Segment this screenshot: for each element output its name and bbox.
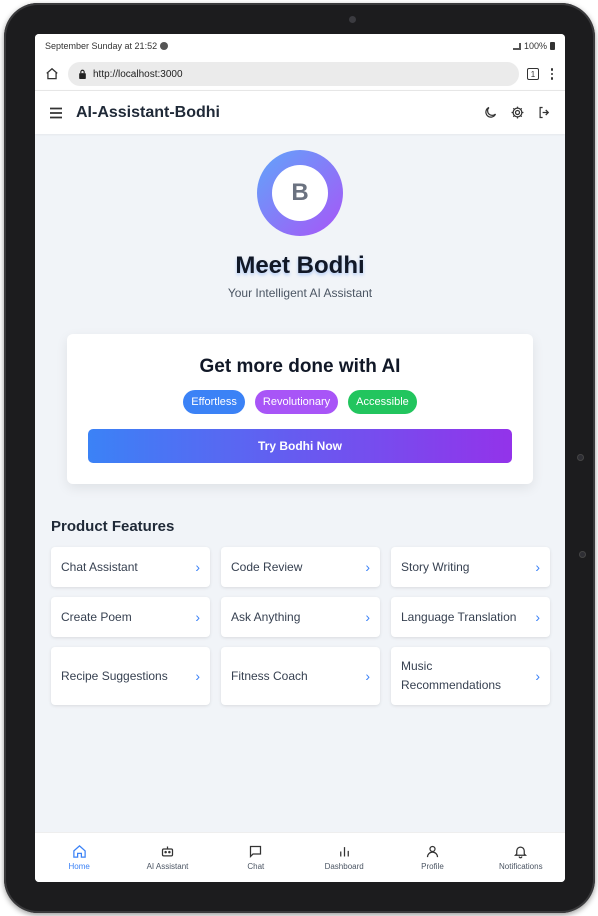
nav-label: Chat — [247, 862, 265, 871]
bell-icon — [514, 846, 528, 859]
menu-icon[interactable] — [47, 104, 64, 121]
nav-chat[interactable]: Chat — [216, 844, 296, 871]
chat-icon — [250, 845, 262, 859]
feature-ask-anything[interactable]: Ask Anything › — [221, 597, 380, 637]
try-bodhi-button[interactable]: Try Bodhi Now — [88, 429, 512, 463]
logout-icon[interactable] — [536, 104, 553, 121]
chevron-right-icon: › — [195, 559, 200, 575]
nav-label: Notifications — [499, 862, 543, 871]
browser-bar: http://localhost:3000 1 — [35, 58, 565, 90]
app-title: AI-Assistant-Bodhi — [76, 103, 220, 121]
pill-revolutionary: Revolutionary — [254, 390, 339, 414]
lock-icon — [79, 69, 86, 79]
feature-recipe-suggestions[interactable]: Recipe Suggestions › — [51, 647, 210, 705]
battery-level: 100% — [523, 41, 547, 51]
nav-notifications[interactable]: Notifications — [481, 844, 561, 871]
side-sensor — [577, 454, 584, 461]
chevron-right-icon: › — [535, 668, 540, 684]
front-camera — [349, 16, 356, 23]
page-title: Meet Bodhi — [235, 252, 365, 279]
features-grid: Chat Assistant › Code Review › Story Wri… — [51, 547, 550, 705]
nav-label: Dashboard — [324, 862, 364, 871]
feature-code-review[interactable]: Code Review › — [221, 547, 380, 587]
chevron-right-icon: › — [535, 559, 540, 575]
avatar-letter: B — [272, 165, 328, 221]
feature-story-writing[interactable]: Story Writing › — [391, 547, 550, 587]
notification-dot-icon — [160, 42, 169, 50]
user-icon — [426, 845, 439, 858]
feature-label: Ask Anything — [231, 609, 301, 624]
chevron-right-icon: › — [365, 609, 370, 625]
moon-icon[interactable] — [482, 104, 499, 121]
gear-icon[interactable] — [509, 104, 526, 121]
nav-ai-assistant[interactable]: AI Assistant — [127, 844, 207, 871]
tab-switcher-button[interactable]: 1 — [527, 68, 539, 80]
avatar: B — [257, 150, 343, 236]
nav-label: AI Assistant — [146, 862, 189, 871]
feature-music-recommendations[interactable]: Music Recommendations › — [391, 647, 550, 705]
pill-effortless: Effortless — [183, 390, 245, 414]
chevron-right-icon: › — [195, 609, 200, 625]
feature-label: Music Recommendations — [401, 659, 502, 692]
feature-language-translation[interactable]: Language Translation › — [391, 597, 550, 637]
page-subtitle: Your Intelligent AI Assistant — [227, 286, 373, 300]
side-button — [579, 551, 586, 558]
pill-accessible: Accessible — [348, 390, 417, 414]
url-text: http://localhost:3000 — [93, 68, 183, 80]
url-field[interactable]: http://localhost:3000 — [68, 62, 519, 86]
hero-section: B Meet Bodhi Your Intelligent AI Assista… — [35, 134, 565, 300]
battery-icon — [550, 42, 555, 50]
status-bar: September Sunday at 21:52 100% — [35, 34, 565, 58]
feature-label: Recipe Suggestions — [61, 668, 168, 683]
feature-create-poem[interactable]: Create Poem › — [51, 597, 210, 637]
browser-menu-icon[interactable] — [547, 68, 557, 80]
promo-title: Get more done with AI — [199, 356, 401, 377]
chevron-right-icon: › — [195, 668, 200, 684]
feature-label: Chat Assistant — [61, 559, 138, 574]
signal-icon — [512, 42, 521, 50]
home-icon — [72, 845, 86, 858]
chevron-right-icon: › — [365, 559, 370, 575]
features-title: Product Features — [51, 518, 175, 535]
feature-fitness-coach[interactable]: Fitness Coach › — [221, 647, 380, 705]
nav-home[interactable]: Home — [39, 844, 119, 871]
feature-label: Language Translation — [401, 609, 517, 624]
screen: September Sunday at 21:52 100% http://lo… — [35, 34, 565, 882]
chevron-right-icon: › — [535, 609, 540, 625]
status-time: September Sunday at 21:52 — [45, 41, 158, 51]
bot-icon — [161, 846, 174, 857]
promo-card: Get more done with AI Effortless Revolut… — [67, 334, 533, 484]
bottom-nav: Home AI Assistant Chat Dashboard Profile… — [35, 832, 565, 882]
browser-home-icon[interactable] — [43, 66, 60, 83]
feature-label: Create Poem — [61, 609, 132, 624]
nav-label: Profile — [421, 862, 444, 871]
nav-dashboard[interactable]: Dashboard — [304, 844, 384, 871]
app-header: AI-Assistant-Bodhi — [35, 90, 565, 134]
nav-profile[interactable]: Profile — [392, 844, 472, 871]
feature-label: Code Review — [231, 559, 303, 574]
chart-icon — [339, 847, 349, 857]
feature-label: Fitness Coach — [231, 668, 308, 683]
chevron-right-icon: › — [365, 668, 370, 684]
feature-label: Story Writing — [401, 559, 470, 574]
nav-label: Home — [68, 862, 90, 871]
feature-chat-assistant[interactable]: Chat Assistant › — [51, 547, 210, 587]
